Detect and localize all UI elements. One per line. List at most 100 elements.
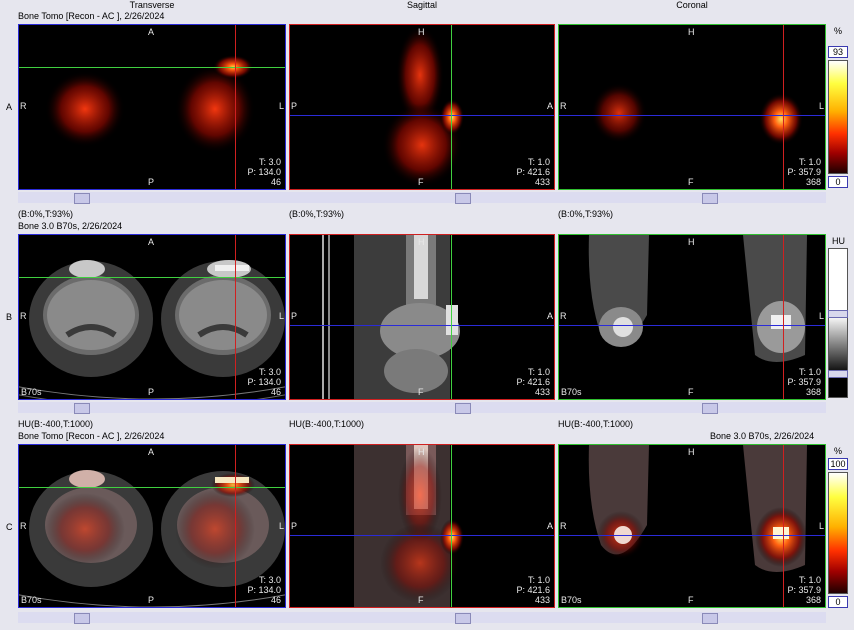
orient-right: L	[278, 101, 284, 111]
crosshair-horizontal[interactable]	[290, 535, 554, 536]
slice-thickness: T: 1.0	[527, 157, 550, 167]
row-b-transverse-window: HU(B:-400,T:1000)	[18, 419, 94, 429]
orient-left: R	[20, 521, 27, 531]
slice-thickness: T: 3.0	[258, 157, 281, 167]
slice-position: P: 421.6	[516, 585, 550, 595]
kernel-label: B70s	[21, 387, 42, 397]
row-a-sagittal-window: (B:0%,T:93%)	[289, 209, 345, 219]
row-a-colorbar	[828, 60, 848, 174]
nm-coronal-image	[591, 83, 803, 145]
row-a-coronal-viewport[interactable]: H F R L T: 1.0 P: 357.9 368	[558, 24, 826, 190]
row-b-sagittal-viewport[interactable]: H F P A T: 1.0 P: 421.6 433	[289, 234, 555, 400]
row-c-sagittal-viewport[interactable]: H F P A T: 1.0 P: 421.6 433	[289, 444, 555, 608]
crosshair-vertical[interactable]	[451, 25, 452, 189]
orient-top: H	[418, 447, 425, 457]
orient-bottom: F	[688, 177, 694, 187]
crosshair-horizontal[interactable]	[19, 277, 285, 278]
orient-top: H	[688, 27, 695, 37]
slice-position: P: 357.9	[787, 167, 821, 177]
row-c-coronal-slider[interactable]	[702, 613, 718, 624]
row-c-coronal-viewport[interactable]: H F R L B70s T: 1.0 P: 357.9 368	[558, 444, 826, 608]
slice-thickness: T: 1.0	[527, 575, 550, 585]
orient-right: A	[546, 311, 553, 321]
row-b-coronal-slider[interactable]	[702, 403, 718, 414]
row-b-window-bottom-handle[interactable]	[828, 370, 848, 378]
row-a-scale-max[interactable]: 93	[828, 46, 848, 58]
orient-left: P	[291, 101, 298, 111]
slice-info: T: 1.0 P: 357.9 368	[787, 157, 821, 187]
slice-info: T: 3.0 P: 134.0 46	[247, 157, 281, 187]
crosshair-horizontal[interactable]	[290, 325, 554, 326]
row-a-scale-unit: %	[834, 26, 843, 36]
row-a-sagittal-viewport[interactable]: H F P A T: 1.0 P: 421.6 433	[289, 24, 555, 190]
row-a-transverse-slider[interactable]	[74, 193, 90, 204]
orient-top: A	[148, 447, 155, 457]
crosshair-vertical[interactable]	[783, 25, 784, 189]
orient-top: A	[148, 237, 155, 247]
slice-info: T: 1.0 P: 421.6 433	[516, 157, 550, 187]
orient-right: A	[546, 521, 553, 531]
row-c-transverse-viewport[interactable]: A P R L B70s T: 3.0 P: 134.0 46	[18, 444, 286, 608]
slice-number: 46	[270, 595, 281, 605]
slice-number: 368	[805, 595, 821, 605]
orient-top: H	[418, 237, 425, 247]
crosshair-vertical[interactable]	[783, 235, 784, 399]
crosshair-horizontal[interactable]	[559, 535, 825, 536]
row-a-coronal-slider[interactable]	[702, 193, 718, 204]
row-c-scale-min[interactable]: 0	[828, 596, 848, 608]
orient-left: R	[20, 101, 27, 111]
row-b-sagittal-slider[interactable]	[455, 403, 471, 414]
row-a-transverse-window: (B:0%,T:93%)	[18, 209, 74, 219]
crosshair-horizontal[interactable]	[290, 115, 554, 116]
nm-transverse-image	[45, 55, 255, 153]
slice-number: 433	[534, 177, 550, 187]
orient-bottom: F	[688, 595, 694, 605]
column-header-sagittal: Sagittal	[406, 0, 438, 10]
slice-position: P: 134.0	[247, 377, 281, 387]
crosshair-vertical[interactable]	[235, 445, 236, 607]
orient-top: A	[148, 27, 155, 37]
orient-left: P	[291, 521, 298, 531]
crosshair-vertical[interactable]	[783, 445, 784, 607]
slice-number: 368	[805, 177, 821, 187]
crosshair-horizontal[interactable]	[19, 67, 285, 68]
row-a-scale-min[interactable]: 0	[828, 176, 848, 188]
row-b-transverse-viewport[interactable]: A P R L B70s T: 3.0 P: 134.0 46	[18, 234, 286, 400]
crosshair-vertical[interactable]	[235, 235, 236, 399]
crosshair-horizontal[interactable]	[559, 115, 825, 116]
crosshair-vertical[interactable]	[235, 25, 236, 189]
slice-number: 368	[805, 387, 821, 397]
orient-right: A	[546, 101, 553, 111]
orient-left: R	[560, 101, 567, 111]
orient-left: R	[560, 521, 567, 531]
crosshair-horizontal[interactable]	[19, 487, 285, 488]
slice-number: 46	[270, 387, 281, 397]
crosshair-vertical[interactable]	[451, 235, 452, 399]
row-a-sagittal-slider[interactable]	[455, 193, 471, 204]
slice-position: P: 134.0	[247, 167, 281, 177]
row-c-transverse-slider[interactable]	[74, 613, 90, 624]
fusion-sagittal-image	[354, 445, 464, 607]
ct-transverse-image	[19, 260, 285, 399]
row-b-window-top-handle[interactable]	[828, 310, 848, 318]
row-c-scale-max[interactable]: 100	[828, 458, 848, 470]
orient-right: L	[818, 101, 824, 111]
crosshair-vertical[interactable]	[451, 445, 452, 607]
slice-position: P: 357.9	[787, 585, 821, 595]
orient-top: H	[688, 237, 695, 247]
orient-bottom: F	[418, 177, 424, 187]
row-b-coronal-viewport[interactable]: H F R L B70s T: 1.0 P: 357.9 368	[558, 234, 826, 400]
row-b-transverse-slider[interactable]	[74, 403, 90, 414]
slice-position: P: 134.0	[247, 585, 281, 595]
slice-thickness: T: 1.0	[798, 575, 821, 585]
row-b-scale-unit: HU	[832, 236, 845, 246]
slice-info: T: 1.0 P: 421.6 433	[516, 367, 550, 397]
row-c-sagittal-slider[interactable]	[455, 613, 471, 624]
slice-number: 46	[270, 177, 281, 187]
row-a-transverse-viewport[interactable]: A P R L T: 3.0 P: 134.0 46	[18, 24, 286, 190]
slice-number: 433	[534, 595, 550, 605]
orient-right: L	[278, 521, 284, 531]
crosshair-horizontal[interactable]	[559, 325, 825, 326]
row-b-sagittal-window: HU(B:-400,T:1000)	[289, 419, 365, 429]
ct-coronal-image	[588, 235, 807, 362]
